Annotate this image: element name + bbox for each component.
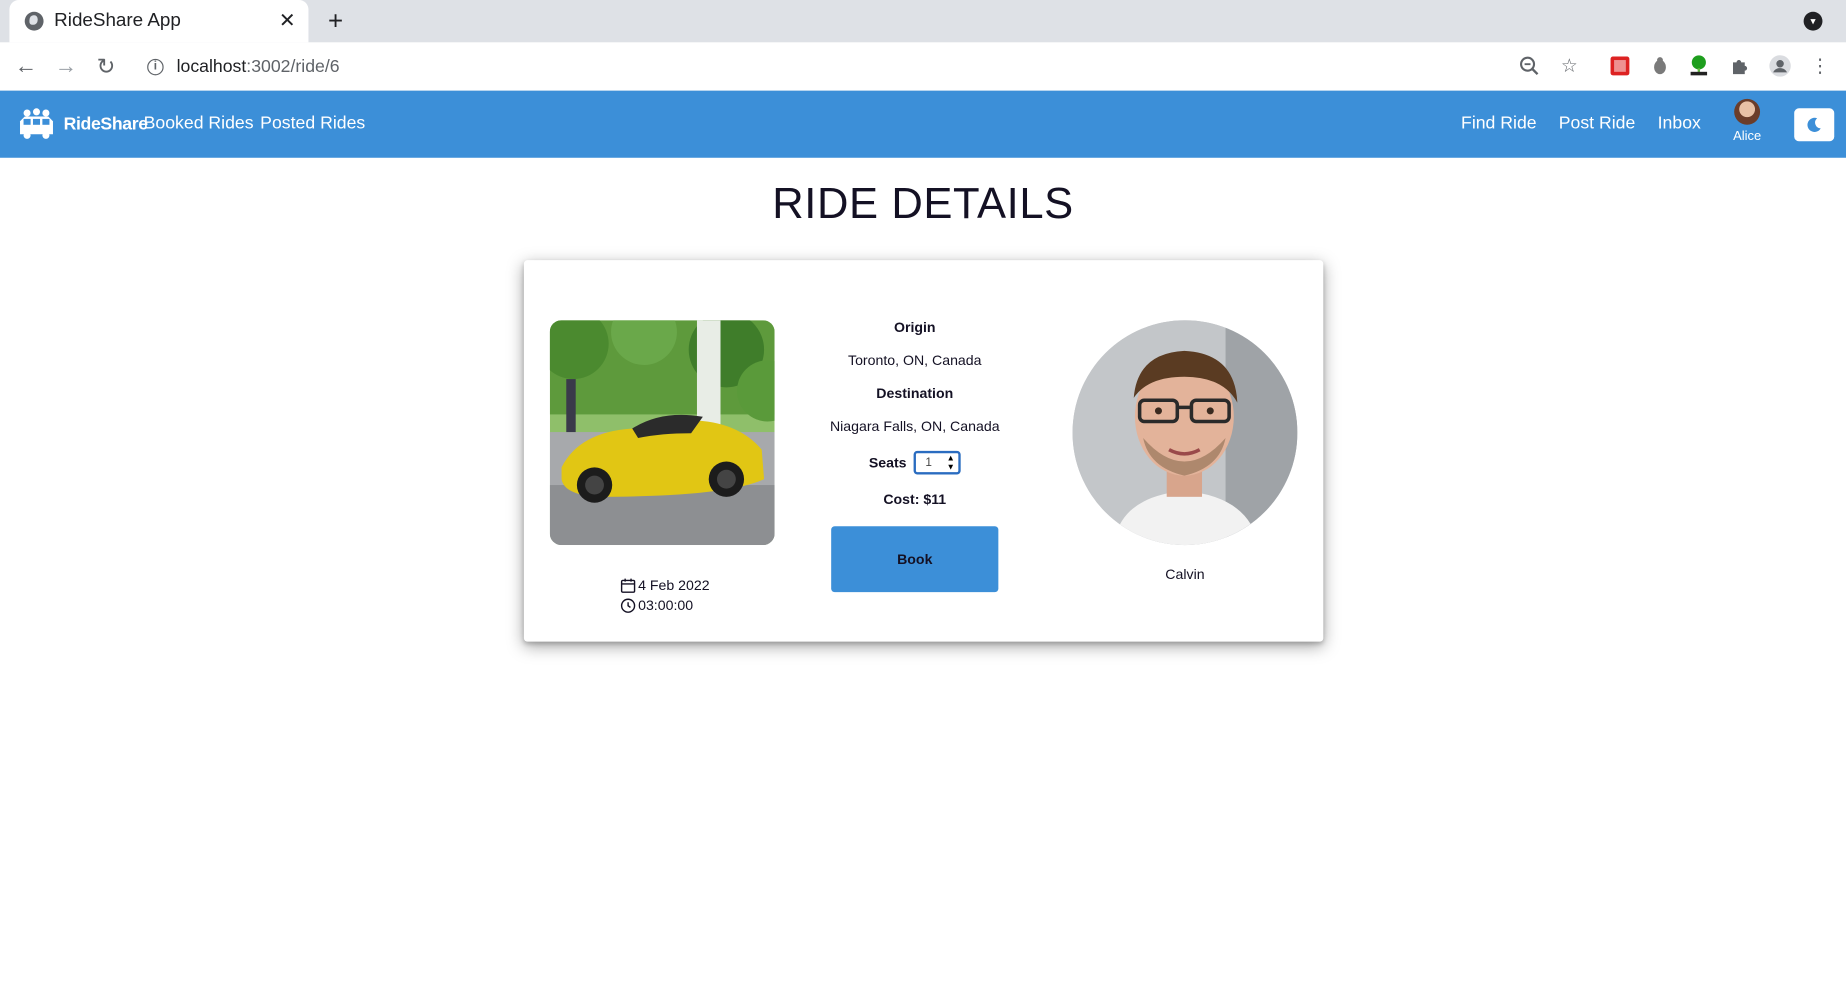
back-icon[interactable]: ← [12,53,40,81]
tab-strip: RideShare App ✕ + ▾ [0,0,1846,43]
seats-row: Seats 1 ▲ ▼ [818,450,1011,475]
extensions-puzzle-icon[interactable] [1728,54,1752,78]
origin-label: Origin [893,319,936,336]
spinner-arrows-icon[interactable]: ▲ ▼ [947,454,955,473]
browser-toolbar: ← → ↻ i localhost:3002/ride/6 ☆ ⋮ [0,42,1846,92]
close-tab-icon[interactable]: ✕ [275,9,299,33]
extension-red-icon[interactable] [1608,54,1632,78]
reload-icon[interactable]: ↻ [92,53,120,81]
menu-kebab-icon[interactable]: ⋮ [1808,54,1832,78]
nav-inbox[interactable]: Inbox [1658,113,1701,133]
ride-card: 4 Feb 2022 03:00:00 Origin Toronto, ON, … [523,260,1324,642]
seats-stepper[interactable]: 1 ▲ ▼ [913,450,961,475]
address-bar[interactable]: i localhost:3002/ride/6 [134,47,1595,86]
browser-tab[interactable]: RideShare App ✕ [9,0,309,43]
destination-value: Niagara Falls, ON, Canada [829,417,1000,435]
browser-window: RideShare App ✕ + ▾ ← → ↻ i localhost:30… [0,0,1846,1008]
bookmark-star-icon[interactable]: ☆ [1558,54,1582,78]
driver-photo [1072,320,1298,546]
extension-tree-icon[interactable] [1687,54,1711,78]
brand[interactable]: RideShare [16,106,149,141]
app-navbar: RideShare Booked Rides Posted Rides Find… [0,90,1846,158]
nav-post-ride[interactable]: Post Ride [1559,113,1636,133]
clock-icon [620,598,636,613]
seats-label: Seats [868,454,907,471]
globe-icon [24,11,44,31]
theme-toggle-button[interactable] [1794,108,1835,142]
extension-bug-icon[interactable] [1648,54,1672,78]
car-logo-icon [20,108,53,139]
forward-icon[interactable]: → [52,53,80,81]
avatar [1734,98,1761,125]
zoom-icon[interactable] [1518,54,1542,78]
driver-name: Calvin [1165,566,1205,583]
tab-title: RideShare App [54,10,181,31]
cost-text: Cost: $11 [883,490,947,508]
user-menu[interactable]: Alice [1726,98,1768,144]
ride-date: 4 Feb 2022 [638,576,710,594]
nav-booked-rides[interactable]: Booked Rides [144,113,254,133]
profile-icon[interactable] [1768,54,1792,78]
page-title: RIDE DETAILS [772,178,1074,228]
nav-posted-rides[interactable]: Posted Rides [260,113,365,133]
seats-value: 1 [925,456,932,470]
ride-info: Origin Toronto, ON, Canada Destination N… [818,317,1011,593]
site-info-icon[interactable]: i [147,58,164,75]
brand-name: RideShare [63,113,149,134]
car-image [549,320,775,546]
user-name: Alice [1733,129,1762,144]
book-button[interactable]: Book [831,526,999,593]
ride-time: 03:00:00 [638,596,694,614]
moon-icon [1807,117,1821,132]
new-tab-icon[interactable]: + [323,6,349,35]
tab-search-icon[interactable]: ▾ [1803,11,1823,31]
calendar-icon [620,578,636,593]
nav-find-ride[interactable]: Find Ride [1461,113,1537,133]
destination-label: Destination [876,384,954,402]
origin-value: Toronto, ON, Canada [848,352,982,369]
url-text[interactable]: localhost:3002/ride/6 [177,57,340,77]
ride-datetime: 4 Feb 2022 03:00:00 [620,576,710,616]
